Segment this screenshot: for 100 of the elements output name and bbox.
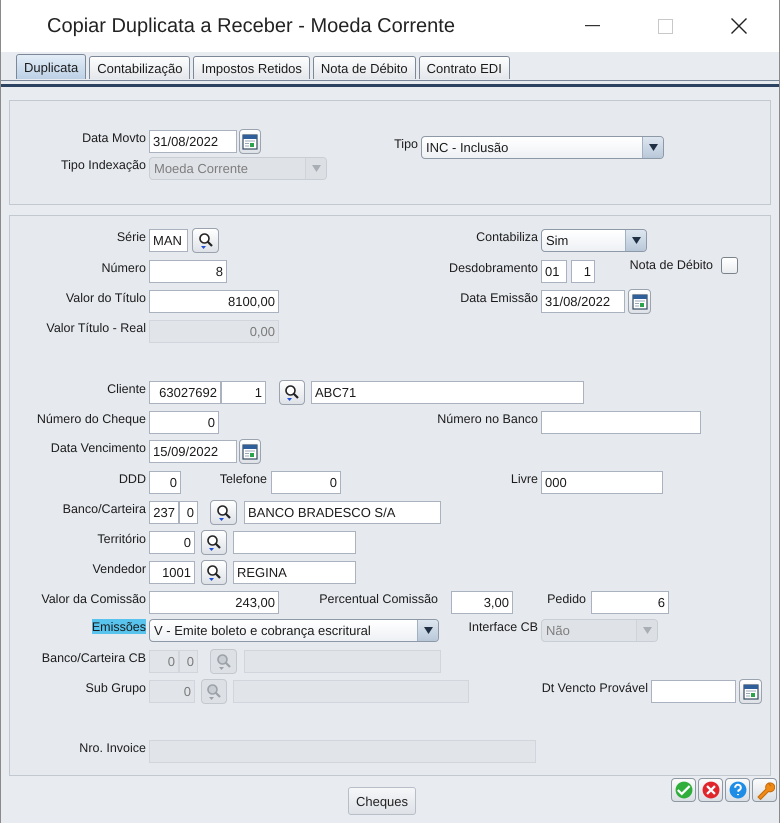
input-field[interactable] bbox=[541, 411, 701, 434]
window-title: Copiar Duplicata a Receber - Moeda Corrente bbox=[47, 14, 455, 38]
field-label: Cliente bbox=[107, 381, 146, 396]
input-field[interactable]: 0 bbox=[179, 501, 198, 524]
confirm-button[interactable] bbox=[671, 778, 696, 802]
field-label: Percentual Comissão bbox=[319, 591, 438, 606]
minimize-icon[interactable] bbox=[585, 25, 600, 27]
field-label: Número no Banco bbox=[437, 411, 538, 426]
help-icon bbox=[728, 781, 746, 799]
calendar-button[interactable] bbox=[239, 439, 261, 464]
caret-icon bbox=[632, 237, 640, 244]
search-button[interactable] bbox=[279, 380, 305, 405]
search-icon bbox=[206, 682, 222, 700]
input-field[interactable]: 1 bbox=[571, 260, 595, 283]
input-field[interactable]: 31/08/2022 bbox=[149, 130, 237, 153]
input-field[interactable]: 000 bbox=[541, 471, 663, 494]
input-field[interactable]: 63027692 bbox=[149, 381, 221, 404]
search-button[interactable] bbox=[210, 500, 237, 525]
field-label: Território bbox=[97, 531, 146, 546]
input-field[interactable]: 243,00 bbox=[149, 591, 279, 614]
cancel-button[interactable] bbox=[698, 778, 723, 802]
input-field[interactable]: 0 bbox=[149, 471, 181, 494]
field-label: Data Movto bbox=[82, 130, 146, 145]
input-field[interactable]: BANCO BRADESCO S/A bbox=[244, 501, 441, 524]
field-label: Contabiliza bbox=[476, 229, 538, 244]
wrench-icon bbox=[754, 780, 774, 800]
caret-icon bbox=[424, 627, 432, 634]
input-field[interactable] bbox=[651, 680, 736, 703]
dropdown[interactable]: INC - Inclusão bbox=[421, 136, 664, 159]
caret-icon bbox=[312, 165, 320, 172]
input-field[interactable]: 8100,00 bbox=[149, 290, 279, 313]
input-field[interactable]: 0 bbox=[149, 411, 219, 434]
field-label: Número bbox=[102, 260, 146, 275]
tab[interactable]: Nota de Débito bbox=[312, 56, 416, 79]
tab[interactable]: Duplicata bbox=[16, 54, 86, 79]
field-label: Valor do Título bbox=[66, 290, 146, 305]
check-icon bbox=[674, 781, 692, 799]
field-label: Número do Cheque bbox=[36, 411, 146, 426]
calendar-icon bbox=[242, 134, 258, 150]
checkbox[interactable] bbox=[721, 257, 738, 274]
field-label: Tipo bbox=[394, 136, 418, 151]
calendar-button[interactable] bbox=[628, 289, 651, 314]
input-field[interactable]: 31/08/2022 bbox=[541, 290, 625, 313]
dropdown[interactable]: Sim bbox=[541, 229, 647, 252]
search-icon bbox=[216, 504, 232, 522]
search-button[interactable] bbox=[192, 228, 219, 253]
calendar-icon bbox=[242, 444, 258, 460]
field-label: Nota de Débito bbox=[630, 257, 713, 272]
cheques-button[interactable]: Cheques bbox=[348, 787, 416, 815]
search-icon bbox=[206, 534, 222, 552]
search-icon bbox=[216, 652, 232, 670]
field-label: Nro. Invoice bbox=[79, 740, 146, 755]
calendar-icon bbox=[742, 684, 758, 700]
input-field[interactable]: 01 bbox=[541, 260, 567, 283]
search-icon bbox=[284, 384, 300, 402]
field-label: Telefone bbox=[220, 471, 267, 486]
input-field[interactable]: 237 bbox=[149, 501, 179, 524]
input-field[interactable]: ABC71 bbox=[311, 381, 584, 404]
search-button[interactable] bbox=[201, 560, 227, 585]
field-label: Desdobramento bbox=[449, 260, 538, 275]
field-label: Livre bbox=[510, 471, 538, 486]
input-field[interactable] bbox=[233, 531, 356, 554]
tab[interactable]: Contrato EDI bbox=[418, 56, 510, 79]
help-button[interactable] bbox=[725, 778, 750, 802]
calendar-icon bbox=[632, 294, 648, 310]
input-field[interactable]: 1001 bbox=[149, 561, 195, 584]
field-label: Interface CB bbox=[468, 619, 538, 634]
tools-button[interactable] bbox=[752, 778, 777, 802]
caret-icon bbox=[648, 144, 658, 151]
input-field[interactable]: 1 bbox=[221, 381, 266, 404]
input-field[interactable]: 15/09/2022 bbox=[149, 440, 237, 463]
input-field[interactable]: MAN bbox=[149, 229, 188, 252]
calendar-button[interactable] bbox=[239, 129, 261, 154]
field-label: Dt Vencto Provável bbox=[542, 680, 648, 695]
field-label: Banco/Carteira CB bbox=[42, 650, 146, 665]
input-field[interactable]: 0 bbox=[271, 471, 341, 494]
field-label: Data Emissão bbox=[460, 290, 538, 305]
search-icon bbox=[206, 564, 222, 582]
caret-icon bbox=[642, 627, 652, 634]
input-field[interactable]: 6 bbox=[591, 591, 669, 614]
input-field[interactable]: 8 bbox=[149, 260, 227, 283]
field-label: Tipo Indexação bbox=[60, 157, 146, 172]
close-icon[interactable] bbox=[731, 18, 747, 34]
field-label: Data Vencimento bbox=[50, 440, 146, 455]
dropdown[interactable]: V - Emite boleto e cobrança escritural bbox=[149, 619, 439, 642]
field-label: Emissões bbox=[92, 619, 146, 634]
calendar-button[interactable] bbox=[739, 679, 762, 704]
field-label: Valor Título - Real bbox=[46, 320, 146, 335]
field-label: Pedido bbox=[547, 591, 586, 606]
search-icon bbox=[198, 232, 214, 250]
field-label: Vendedor bbox=[92, 561, 146, 576]
input-field[interactable]: 3,00 bbox=[451, 591, 513, 614]
input-field[interactable]: 0 bbox=[149, 531, 195, 554]
field-label: Série bbox=[116, 229, 146, 244]
close-icon bbox=[702, 781, 720, 799]
tab[interactable]: Impostos Retidos bbox=[193, 56, 310, 79]
input-field[interactable]: REGINA bbox=[233, 561, 356, 584]
tab[interactable]: Contabilização bbox=[89, 56, 190, 79]
field-label: Sub Grupo bbox=[86, 680, 146, 695]
search-button[interactable] bbox=[201, 530, 227, 555]
